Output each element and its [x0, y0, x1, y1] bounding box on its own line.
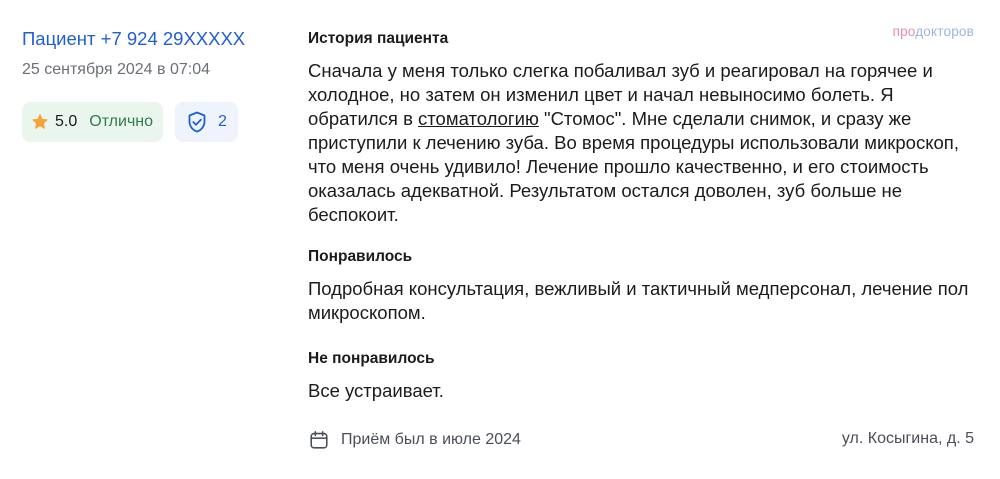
star-icon — [32, 114, 48, 129]
review-card: Пациент +7 924 29XXXXX 25 сентября 2024 … — [0, 0, 1000, 479]
patient-name-link[interactable]: Пациент +7 924 29XXXXX — [22, 26, 284, 52]
review-content: История пациента Сначала у меня только с… — [308, 28, 980, 403]
visit-date: Приём был в июле 2024 — [341, 431, 521, 448]
history-text: Сначала у меня только слегка побаливал з… — [308, 59, 980, 227]
verification-count: 2 — [218, 113, 227, 130]
review-badges: 5.0 Отлично 2 — [22, 102, 284, 142]
clinic-link[interactable]: стоматологию — [418, 108, 539, 129]
rating-value: 5.0 — [55, 113, 78, 130]
verification-badge[interactable]: 2 — [175, 102, 238, 142]
visit-info: Приём был в июле 2024 — [308, 429, 521, 451]
rating-badge: 5.0 Отлично — [22, 102, 164, 142]
review-date: 25 сентября 2024 в 07:04 — [22, 61, 210, 78]
liked-title: Понравилось — [308, 248, 413, 265]
shield-check-icon — [188, 111, 206, 133]
liked-text: Подробная консультация, вежливый и такти… — [308, 278, 969, 323]
calendar-icon — [310, 430, 328, 449]
rating-label: Отлично — [89, 113, 154, 130]
clinic-address: ул. Косыгина, д. 5 — [841, 430, 974, 447]
history-title: История пациента — [308, 30, 449, 47]
reviewer-info: Пациент +7 924 29XXXXX 25 сентября 2024 … — [22, 26, 284, 142]
disliked-title: Не понравилось — [308, 350, 435, 367]
disliked-text: Все устраивает. — [308, 380, 444, 401]
